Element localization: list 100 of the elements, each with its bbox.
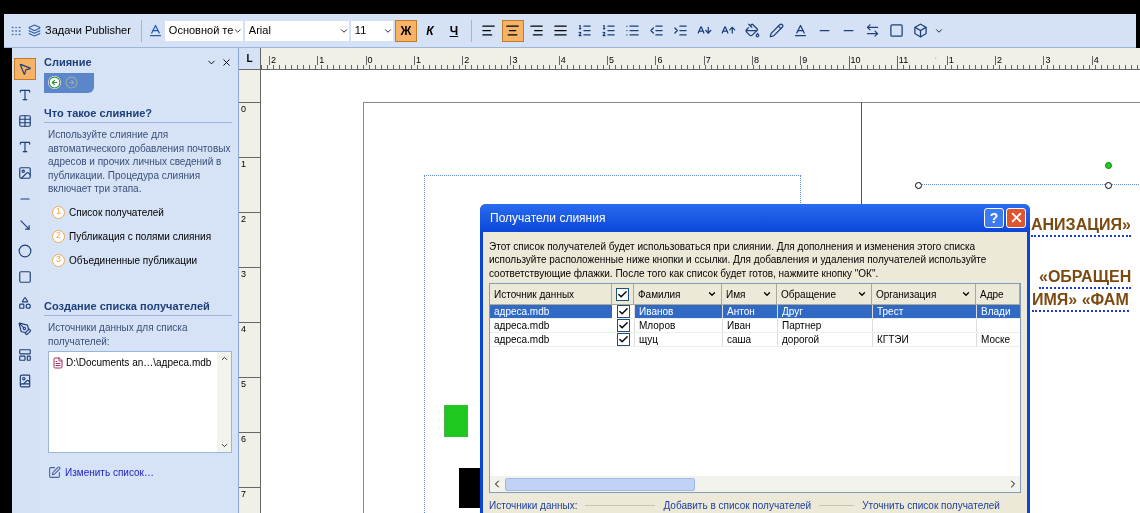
source-item[interactable]: D:\Documents an…\адреса.mdb (52, 355, 214, 370)
table-cell: КГТЭИ (872, 333, 976, 347)
format-button[interactable]: Ж (394, 19, 417, 42)
checkbox[interactable] (616, 333, 630, 347)
dialog-description: Этот список получателей будет использоваться при слиянии. Для дополнения и изменения этого списка используйте расположенные ниже кнопки и ссылки. Для добавления и удаления получателей используйте соответствующие флажки. После того как список будет готов, нажмите кнопку "ОК". (488, 239, 988, 281)
table-row[interactable]: адреса.mdb Млоров Иван Партнер (490, 319, 1020, 334)
align-center-icon[interactable] (501, 19, 524, 42)
step-label: Публикация с полями слияния (69, 229, 212, 244)
edit-icon (48, 466, 61, 479)
step-number: 1 (52, 205, 65, 219)
style-icon (147, 23, 163, 38)
checkbox[interactable] (616, 305, 630, 319)
ruler-number: 4 (1091, 56, 1140, 65)
table-cell: Иванов (634, 305, 722, 319)
back-icon[interactable] (48, 76, 61, 89)
scroll-up-icon[interactable] (219, 354, 229, 363)
column-header[interactable]: Фамилия (634, 284, 722, 305)
ruler-number: 8 (751, 56, 801, 65)
ruler-number: 2 (995, 56, 1044, 65)
pointer-icon[interactable] (14, 58, 36, 80)
table-cell: Трест (872, 305, 976, 319)
refine-list-link[interactable]: Уточнить список получателей (862, 498, 1000, 513)
table-row[interactable]: адреса.mdb щуц саша дорогой КГТЭИ Моске (490, 333, 1020, 348)
table-cell: Млоров (634, 319, 722, 333)
ruler-number: 7 (703, 56, 752, 65)
selection-handle[interactable] (1105, 162, 1112, 169)
ruler-number: 3 (510, 56, 559, 65)
ruler-number: 4 (239, 322, 260, 377)
table-cell: Партнер (777, 319, 872, 333)
table-cell: Влади (976, 305, 1020, 319)
ruler-number: 3 (239, 267, 260, 322)
rectangle-shape[interactable] (459, 468, 483, 508)
ruler-number: 11 (896, 56, 946, 65)
sources-label: Источники данных для списка получателей: (48, 321, 189, 348)
ruler-number: 5 (239, 377, 260, 432)
ruler-number: 1 (239, 157, 260, 212)
scrollbar[interactable] (217, 352, 231, 452)
step-number: 3 (52, 253, 65, 267)
ruler-number: 0 (365, 56, 414, 65)
checkbox[interactable] (616, 319, 630, 333)
ruler-number: 1 (317, 56, 366, 65)
ruler-number: 5 (607, 56, 656, 65)
column-header[interactable]: Обращение (777, 284, 872, 305)
table-row[interactable]: адреса.mdb Иванов Антон Друг Трест Влади (490, 305, 1020, 320)
table-cell: Друг (777, 305, 872, 319)
selection-handle[interactable] (1105, 182, 1112, 189)
section-heading: Что такое слияние? (44, 104, 232, 123)
ruler-number: 2 (269, 56, 318, 65)
ruler-number: 10 (848, 56, 897, 65)
intro-text: Используйте слияние для автоматического добавления почтовых адресов и прочих личных сведений в публикации. Процедура слияния включает три этапа. (48, 128, 232, 196)
size-field[interactable]: 11 (350, 20, 393, 41)
merge-field-text: ИМЯ» «ФАМ (1032, 290, 1129, 312)
ruler-number: 7 (239, 487, 260, 513)
table-cell-text: адреса.mdb (493, 319, 551, 333)
column-header[interactable]: Адре (976, 284, 1020, 305)
step-number: 2 (52, 229, 65, 243)
table-cell: дорогой (777, 333, 872, 347)
ruler-number: 2 (462, 56, 511, 65)
close-button[interactable] (1006, 207, 1026, 228)
tasks-icon (28, 24, 41, 37)
dialog-title: Получатели слияния (489, 209, 606, 227)
section-heading: Создание списка получателей (44, 297, 232, 316)
close-icon[interactable] (221, 56, 232, 68)
ruler-number: 6 (655, 56, 704, 65)
grip-icon (10, 24, 22, 37)
font-field[interactable]: Arial (244, 20, 349, 41)
table-cell: щуц (634, 333, 722, 347)
ruler-number: 9 (800, 56, 849, 65)
style-field[interactable]: Основной те (164, 20, 243, 41)
tab-selector[interactable]: L (239, 48, 261, 70)
ruler-number: 3 (1043, 56, 1092, 65)
pane-title: Слияние (44, 55, 92, 70)
edit-list-link[interactable]: Изменить список… (48, 465, 232, 480)
format-button[interactable]: К (418, 19, 441, 42)
horizontal-scrollbar[interactable] (490, 476, 1020, 492)
scroll-thumb[interactable] (505, 477, 695, 491)
merge-field-text: «ОБРАЩЕН (1039, 267, 1132, 289)
table-cell: Моске (976, 333, 1020, 347)
step-label: Список получателей (69, 205, 164, 220)
table-cell: саша (722, 333, 777, 347)
ruler-number: 4 (558, 56, 608, 65)
add-recipients-link[interactable]: Добавить в список получателей (663, 498, 812, 513)
column-header[interactable]: Имя (722, 284, 777, 305)
ruler-number: 0 (239, 102, 260, 157)
scroll-down-icon[interactable] (219, 441, 229, 450)
task-button[interactable]: Задачи Publisher (24, 18, 135, 43)
help-button[interactable]: ? (984, 207, 1004, 228)
column-header[interactable]: Источник данных (490, 284, 612, 305)
column-header[interactable]: Организация (872, 284, 976, 305)
checkbox[interactable] (616, 287, 629, 301)
selection-handle[interactable] (915, 182, 922, 189)
table-cell: Антон (722, 305, 777, 319)
ruler-number: 1 (946, 56, 996, 65)
table-cell: Иван (722, 319, 777, 333)
table-cell-text: адреса.mdb (493, 333, 551, 347)
ruler-number: 6 (239, 432, 260, 487)
ruler-number: 1 (413, 56, 463, 65)
step-label: Объединенные публикации (69, 253, 198, 268)
format-button[interactable]: Ч (442, 19, 465, 42)
table-cell-text: адреса.mdb (493, 305, 551, 319)
